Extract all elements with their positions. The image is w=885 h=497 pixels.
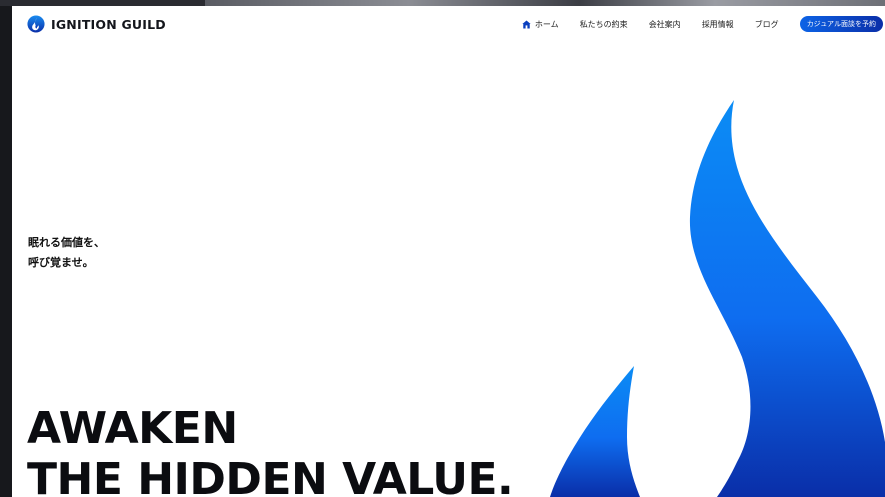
hero-tagline: 眠れる価値を、 呼び覚ませ。 <box>28 233 105 273</box>
casual-interview-button[interactable]: カジュアル面談を予約 <box>799 16 883 32</box>
home-icon <box>522 20 531 28</box>
nav-item-recruit[interactable]: 採用情報 <box>702 19 734 30</box>
flame-logo-icon <box>27 15 45 33</box>
hero-title: AWAKEN THE HIDDEN VALUE. <box>27 403 514 497</box>
hero-title-line-1: AWAKEN <box>27 403 238 454</box>
nav-item-company-label: 会社案内 <box>648 19 681 29</box>
nav-item-home[interactable]: ホーム <box>522 19 559 30</box>
backdrop-left <box>0 6 12 497</box>
site-logo[interactable]: IGNITION GUILD <box>27 15 166 33</box>
nav-item-blog[interactable]: ブログ <box>755 19 779 30</box>
nav-item-promise[interactable]: 私たちの約束 <box>580 19 628 30</box>
tagline-line-2: 呼び覚ませ。 <box>28 256 94 269</box>
tagline-line-1: 眠れる価値を、 <box>28 236 105 249</box>
nav-item-company[interactable]: 会社案内 <box>649 19 681 30</box>
nav-item-home-label: ホーム <box>534 19 559 29</box>
nav-item-recruit-label: 採用情報 <box>701 19 734 29</box>
flame-graphic <box>550 100 885 497</box>
brand-name: IGNITION GUILD <box>51 16 166 32</box>
nav-item-blog-label: ブログ <box>754 19 779 29</box>
main-nav: ホーム 私たちの約束 会社案内 採用情報 ブログ カジュアル面談を予約 <box>522 16 885 32</box>
webpage: IGNITION GUILD ホーム 私たちの約束 会社案内 採用情報 ブログ … <box>12 6 885 497</box>
hero-title-line-2: THE HIDDEN VALUE. <box>27 454 514 497</box>
nav-item-promise-label: 私たちの約束 <box>579 19 628 29</box>
